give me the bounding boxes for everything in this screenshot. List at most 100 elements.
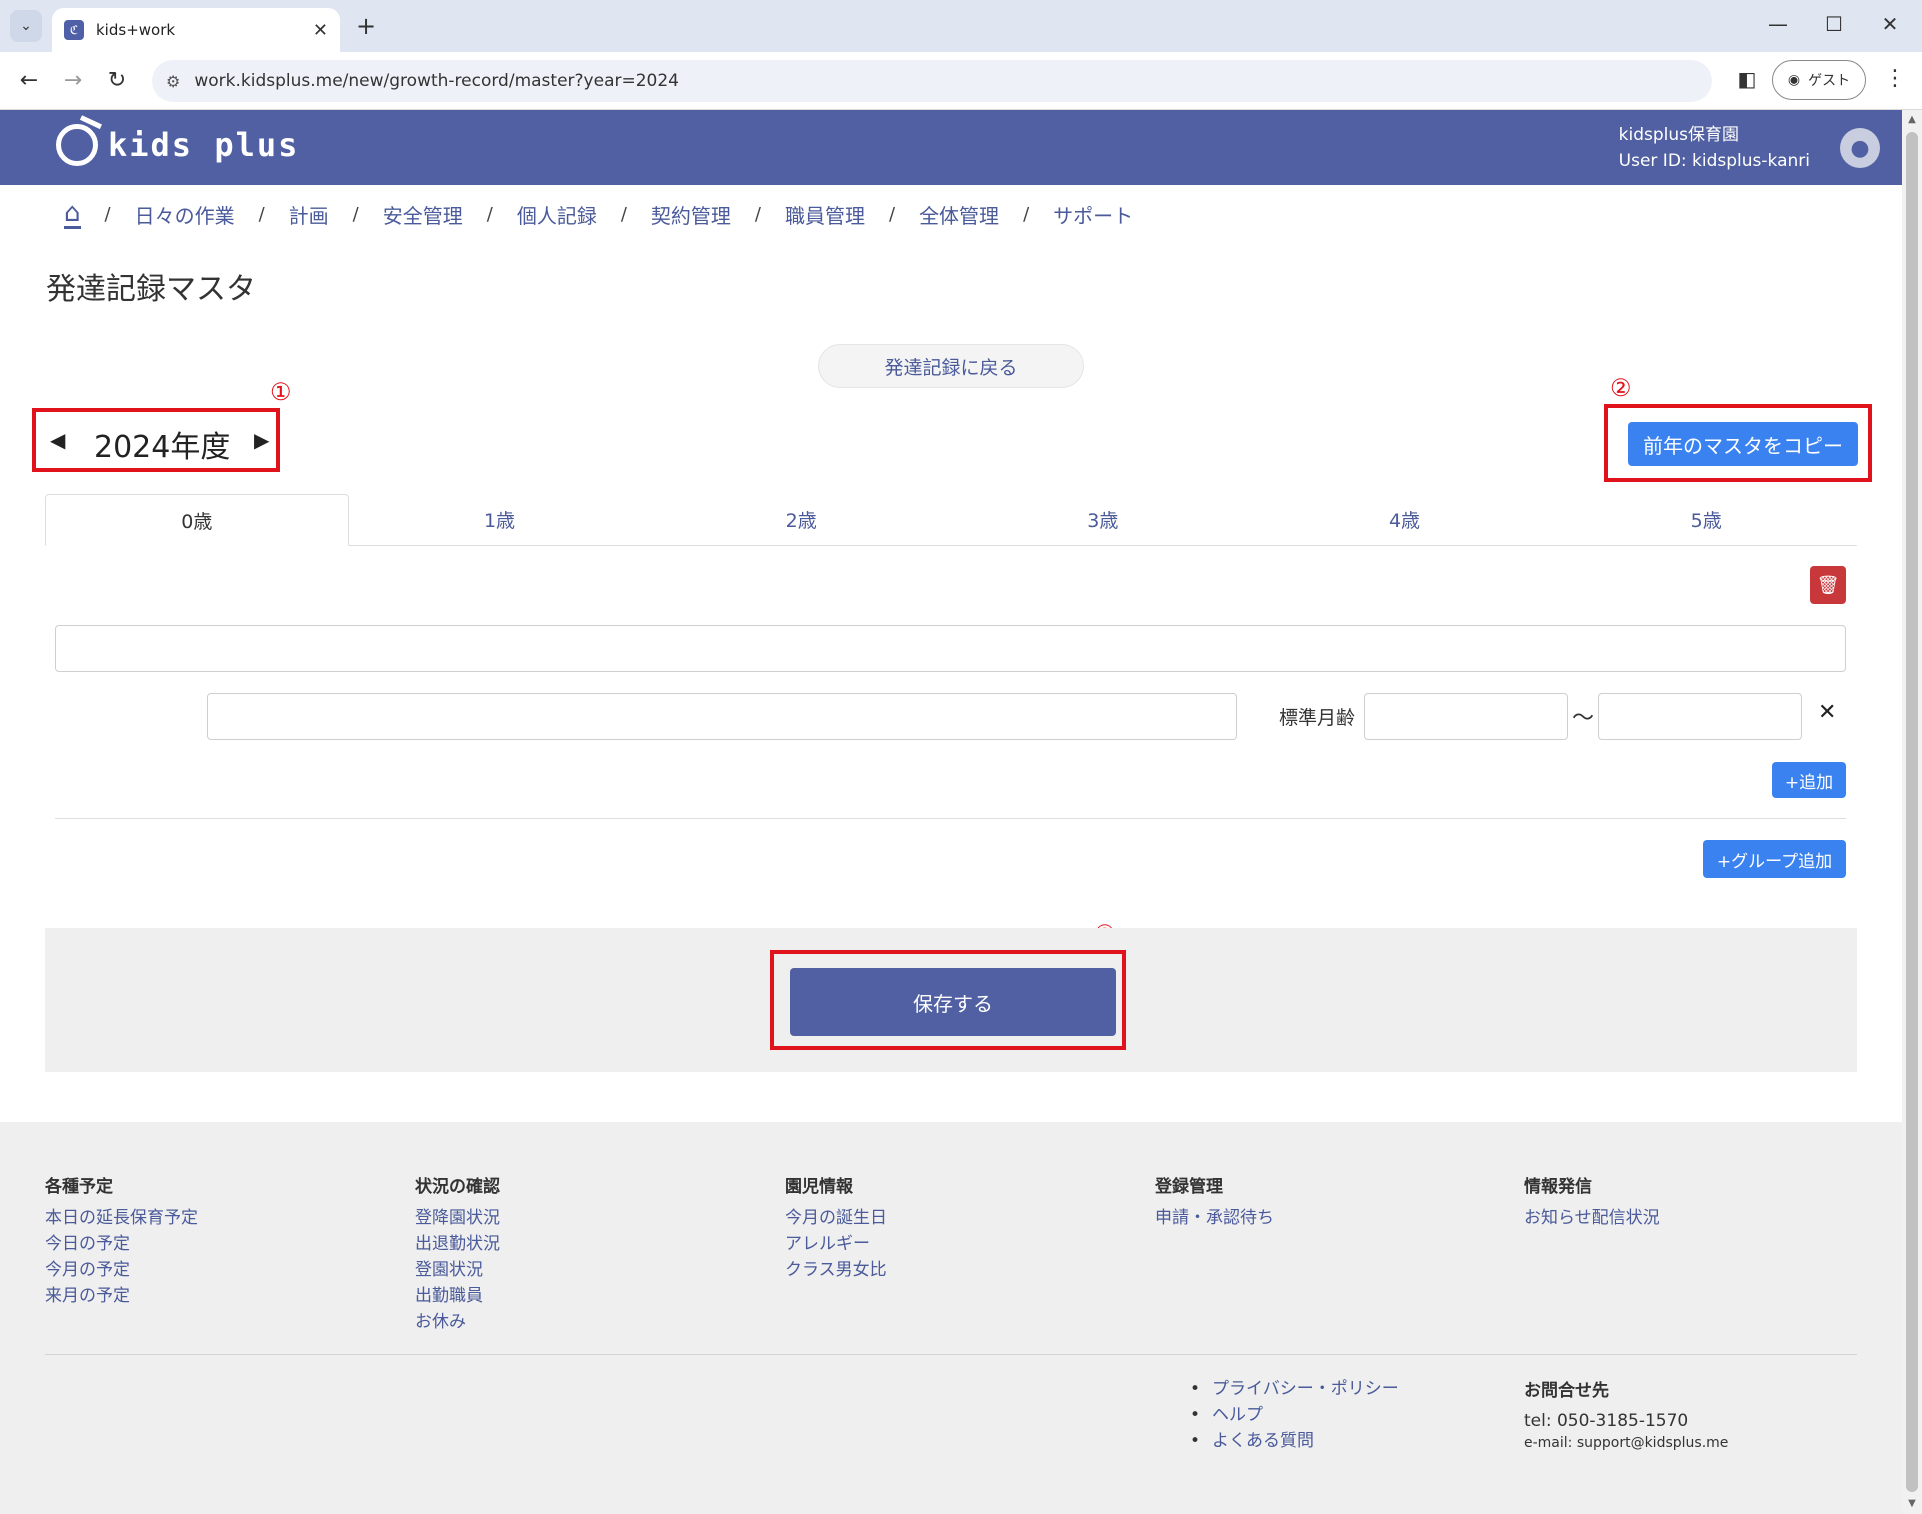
footer-bottom-links: プライバシー・ポリシー ヘルプ よくある質問 (1190, 1376, 1399, 1454)
tab-close-icon[interactable]: ✕ (313, 20, 328, 41)
footer-link[interactable]: クラス男女比 (785, 1257, 887, 1283)
privacy-policy-link[interactable]: プライバシー・ポリシー (1190, 1376, 1399, 1402)
copy-highlight-box: 前年のマスタをコピー (1604, 404, 1872, 482)
footer-link[interactable]: 申請・承認待ち (1155, 1205, 1274, 1231)
footer-column-publishing: 情報発信 お知らせ配信状況 (1524, 1172, 1660, 1231)
faq-link[interactable]: よくある質問 (1190, 1428, 1399, 1454)
side-panel-icon[interactable]: ◧ (1732, 64, 1762, 94)
footer-link[interactable]: お休み (415, 1309, 500, 1335)
main-nav: ⌂ / 日々の作業 / 計画 / 安全管理 / 個人記録 / 契約管理 / 職員… (64, 200, 1133, 229)
tab-title: kids+work (96, 21, 176, 39)
footer-link[interactable]: 今月の予定 (45, 1257, 198, 1283)
nav-item-overall[interactable]: 全体管理 (919, 200, 999, 229)
annotation-marker-2: ② (1610, 374, 1632, 402)
profile-button[interactable]: ◉ ゲスト (1772, 60, 1866, 100)
nav-item-contract[interactable]: 契約管理 (651, 200, 731, 229)
footer-heading: 情報発信 (1524, 1177, 1592, 1197)
home-icon[interactable]: ⌂ (64, 200, 81, 229)
year-label: 2024年度 (94, 430, 231, 465)
footer: 各種予定 本日の延長保育予定 今日の予定 今月の予定 来月の予定 状況の確認 登… (0, 1122, 1902, 1514)
back-to-growth-record-button[interactable]: 発達記録に戻る (818, 344, 1084, 388)
window-close-icon[interactable]: ✕ (1870, 12, 1910, 36)
app-header: kids plus kidsplus保育園 User ID: kidsplus-… (0, 110, 1902, 185)
scroll-up-arrow-icon[interactable]: ▲ (1902, 110, 1922, 130)
tab-search-dropdown-icon[interactable]: ⌄ (10, 10, 42, 42)
standard-month-label: 標準月齢 (1279, 707, 1356, 729)
user-info: kidsplus保育園 User ID: kidsplus-kanri (1619, 122, 1810, 174)
tab-age-4[interactable]: 4歳 (1254, 494, 1556, 545)
scroll-down-arrow-icon[interactable]: ▼ (1902, 1494, 1922, 1514)
remove-item-icon[interactable]: ✕ (1818, 700, 1836, 725)
user-avatar-icon[interactable]: ● (1840, 128, 1880, 168)
help-link[interactable]: ヘルプ (1190, 1402, 1399, 1428)
profile-icon: ◉ (1787, 72, 1801, 88)
forward-arrow-icon[interactable]: → (58, 66, 88, 96)
page-title: 発達記録マスタ (46, 272, 256, 307)
nav-item-staff[interactable]: 職員管理 (785, 200, 865, 229)
tab-age-2[interactable]: 2歳 (650, 494, 952, 545)
footer-link[interactable]: お知らせ配信状況 (1524, 1205, 1660, 1231)
reload-icon[interactable]: ↻ (102, 66, 132, 96)
nav-item-personal-record[interactable]: 個人記録 (517, 200, 597, 229)
footer-link[interactable]: 来月の予定 (45, 1283, 198, 1309)
delete-group-button[interactable]: 🗑 (1810, 566, 1846, 604)
new-tab-icon[interactable]: + (352, 12, 380, 40)
next-year-icon[interactable]: ▶ (254, 428, 269, 452)
browser-menu-icon[interactable]: ⋮ (1880, 64, 1910, 94)
save-highlight-box: 保存する (770, 950, 1126, 1050)
url-text: work.kidsplus.me/new/growth-record/maste… (194, 71, 679, 91)
nav-separator: / (1023, 204, 1030, 225)
footer-link[interactable]: 出退勤状況 (415, 1231, 500, 1257)
group-name-input[interactable] (55, 625, 1846, 672)
scroll-thumb[interactable] (1906, 132, 1918, 1492)
annotation-marker-1: ① (270, 378, 292, 406)
contact-info: お問合せ先 tel: 050-3185-1570 e-mail: support… (1524, 1376, 1728, 1451)
month-to-input[interactable] (1598, 693, 1802, 740)
nav-separator: / (754, 204, 761, 225)
nav-item-plan[interactable]: 計画 (289, 200, 329, 229)
footer-heading: 状況の確認 (415, 1177, 500, 1197)
back-arrow-icon[interactable]: ← (14, 66, 44, 96)
add-group-button[interactable]: +グループ追加 (1703, 840, 1846, 878)
nav-separator: / (258, 204, 265, 225)
nav-item-safety[interactable]: 安全管理 (383, 200, 463, 229)
footer-link[interactable]: 出勤職員 (415, 1283, 500, 1309)
footer-link[interactable]: 今日の予定 (45, 1231, 198, 1257)
range-separator: 〜 (1572, 706, 1595, 731)
item-name-input[interactable] (207, 693, 1237, 740)
footer-link[interactable]: 登園状況 (415, 1257, 500, 1283)
logo[interactable]: kids plus (56, 124, 299, 166)
footer-link[interactable]: 今月の誕生日 (785, 1205, 887, 1231)
nav-separator: / (352, 204, 359, 225)
contact-heading: お問合せ先 (1524, 1381, 1609, 1401)
minimize-icon[interactable]: — (1758, 12, 1798, 36)
month-from-input[interactable] (1364, 693, 1568, 740)
tab-age-0[interactable]: 0歳 (45, 494, 349, 546)
prev-year-icon[interactable]: ◀ (50, 428, 65, 452)
footer-heading: 園児情報 (785, 1177, 853, 1197)
nav-item-daily-work[interactable]: 日々の作業 (135, 200, 235, 229)
site-info-icon[interactable]: ⚙ (166, 72, 180, 91)
footer-link[interactable]: 登降園状況 (415, 1205, 500, 1231)
footer-column-status: 状況の確認 登降園状況 出退勤状況 登園状況 出勤職員 お休み (415, 1172, 500, 1335)
browser-tab-bar: ⌄ ℭ kids+work ✕ + — ☐ ✕ (0, 0, 1922, 52)
footer-link[interactable]: アレルギー (785, 1231, 887, 1257)
page-scrollbar[interactable]: ▲ ▼ (1902, 110, 1922, 1514)
footer-column-schedule: 各種予定 本日の延長保育予定 今日の予定 今月の予定 来月の予定 (45, 1172, 198, 1309)
url-field[interactable]: ⚙ work.kidsplus.me/new/growth-record/mas… (152, 60, 1712, 102)
maximize-icon[interactable]: ☐ (1814, 12, 1854, 36)
copy-previous-year-button[interactable]: 前年のマスタをコピー (1628, 422, 1858, 466)
tab-age-3[interactable]: 3歳 (952, 494, 1254, 545)
age-tabs: 0歳 1歳 2歳 3歳 4歳 5歳 (45, 494, 1857, 546)
browser-tab[interactable]: ℭ kids+work ✕ (52, 8, 340, 52)
tab-age-1[interactable]: 1歳 (349, 494, 651, 545)
trash-icon: 🗑 (1816, 574, 1840, 596)
logo-mark-icon (56, 124, 98, 166)
tab-age-5[interactable]: 5歳 (1555, 494, 1857, 545)
save-button[interactable]: 保存する (790, 968, 1116, 1036)
add-item-button[interactable]: +追加 (1772, 762, 1846, 798)
nav-item-support[interactable]: サポート (1053, 200, 1133, 229)
footer-link[interactable]: 本日の延長保育予定 (45, 1205, 198, 1231)
logo-text: kids plus (108, 126, 300, 164)
guest-label: ゲスト (1808, 73, 1851, 89)
